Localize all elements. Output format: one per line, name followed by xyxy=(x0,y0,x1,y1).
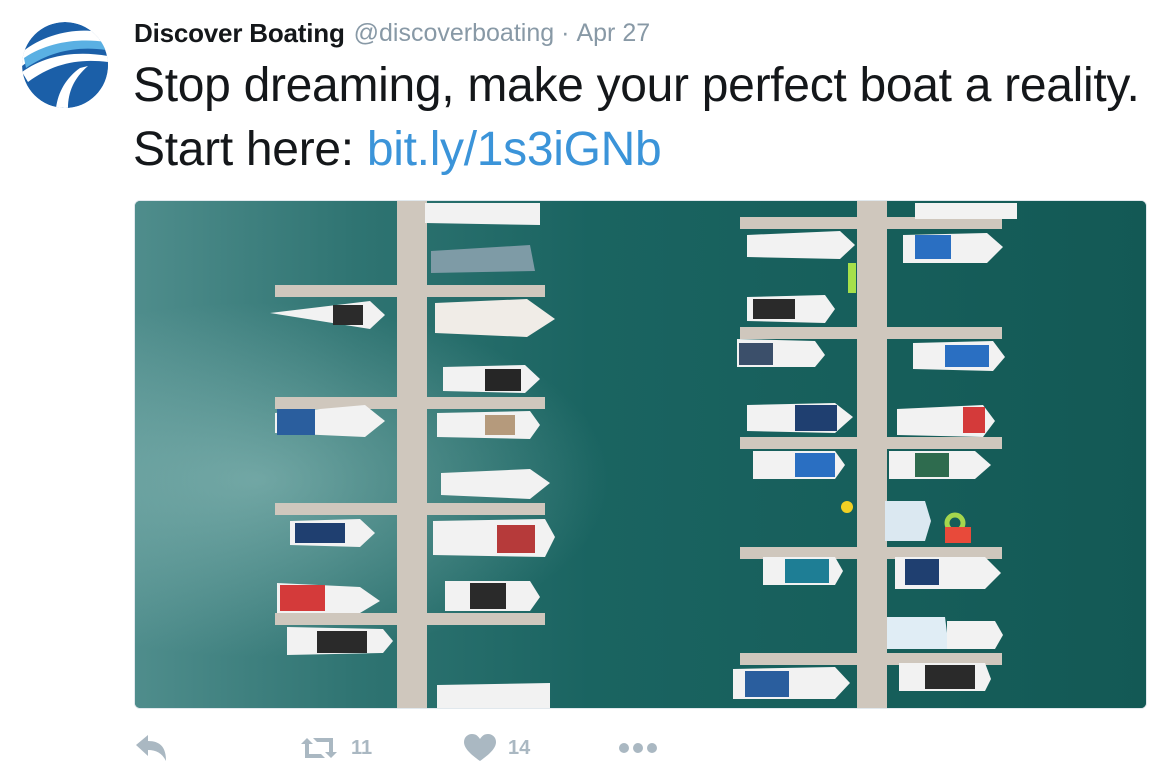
marina-photo xyxy=(135,201,1146,708)
retweet-action[interactable]: 11 xyxy=(299,728,372,768)
like-count: 14 xyxy=(508,736,531,759)
author-name[interactable]: Discover Boating xyxy=(134,18,345,49)
retweet-count: 11 xyxy=(351,736,373,759)
reply-icon xyxy=(136,735,166,761)
like-action[interactable]: 14 xyxy=(464,728,530,768)
tweet-text: Stop dreaming, make your perfect boat a … xyxy=(133,54,1143,182)
tweet: Discover Boating @discoverboating · Apr … xyxy=(0,0,1166,778)
author-handle[interactable]: @discoverboating xyxy=(354,19,555,48)
retweet-icon xyxy=(301,738,337,758)
tweet-link[interactable]: bit.ly/1s3iGNb xyxy=(367,123,662,176)
tweet-header: Discover Boating @discoverboating · Apr … xyxy=(134,16,650,50)
more-action[interactable] xyxy=(618,728,658,768)
heart-icon xyxy=(464,734,496,761)
tweet-date[interactable]: Apr 27 xyxy=(576,19,650,48)
discover-boating-logo-icon xyxy=(22,22,108,108)
tweet-media-photo[interactable] xyxy=(134,200,1147,709)
separator-dot: · xyxy=(561,18,570,47)
reply-action[interactable] xyxy=(134,728,168,768)
avatar[interactable] xyxy=(22,22,108,108)
tweet-actions: 11 14 xyxy=(134,728,1134,768)
more-icon xyxy=(619,743,657,753)
